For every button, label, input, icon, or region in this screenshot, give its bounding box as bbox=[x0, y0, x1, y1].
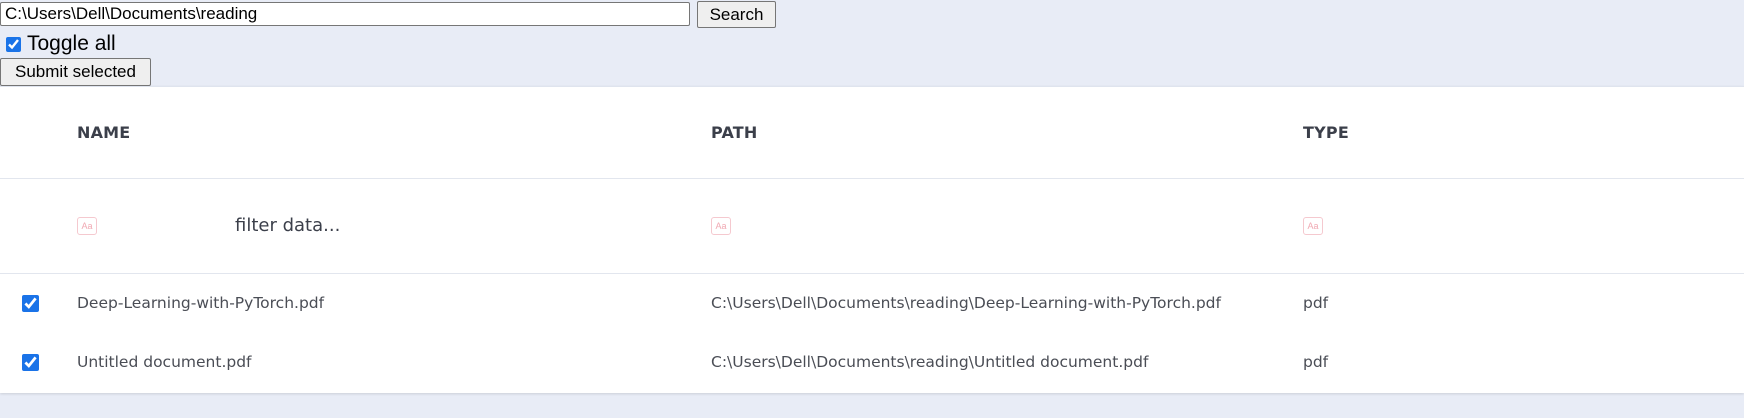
toggle-all[interactable]: Toggle all bbox=[6, 32, 116, 55]
column-header-path[interactable]: PATH bbox=[711, 123, 758, 142]
file-table: NAME PATH TYPE Aa Aa Aa Deep-Learning-wi… bbox=[0, 86, 1744, 393]
file-path: C:\Users\Dell\Documents\reading\Untitled… bbox=[711, 353, 1149, 371]
case-sensitive-icon[interactable]: Aa bbox=[1303, 217, 1323, 235]
toggle-all-checkbox[interactable] bbox=[6, 36, 21, 52]
row-checkbox[interactable] bbox=[22, 295, 39, 312]
file-type: pdf bbox=[1303, 353, 1329, 371]
file-name: Untitled document.pdf bbox=[77, 353, 252, 371]
search-input[interactable] bbox=[0, 2, 690, 26]
case-sensitive-icon[interactable]: Aa bbox=[711, 217, 731, 235]
filter-row: Aa Aa Aa bbox=[0, 179, 1744, 274]
submit-selected-button[interactable]: Submit selected bbox=[0, 58, 151, 86]
table-row: Deep-Learning-with-PyTorch.pdf C:\Users\… bbox=[0, 274, 1744, 333]
search-button[interactable]: Search bbox=[697, 1, 776, 28]
column-header-type[interactable]: TYPE bbox=[1303, 123, 1349, 142]
case-sensitive-icon[interactable]: Aa bbox=[77, 217, 97, 235]
file-type: pdf bbox=[1303, 294, 1329, 312]
toggle-all-label: Toggle all bbox=[27, 32, 116, 55]
table-header: NAME PATH TYPE bbox=[0, 87, 1744, 179]
row-checkbox[interactable] bbox=[22, 354, 39, 371]
file-name: Deep-Learning-with-PyTorch.pdf bbox=[77, 294, 325, 312]
column-header-name[interactable]: NAME bbox=[77, 123, 130, 142]
name-filter-input[interactable] bbox=[235, 211, 555, 239]
toolbar: Search Toggle all Submit selected bbox=[0, 0, 1744, 86]
file-path: C:\Users\Dell\Documents\reading\Deep-Lea… bbox=[711, 294, 1221, 312]
table-row: Untitled document.pdf C:\Users\Dell\Docu… bbox=[0, 333, 1744, 392]
